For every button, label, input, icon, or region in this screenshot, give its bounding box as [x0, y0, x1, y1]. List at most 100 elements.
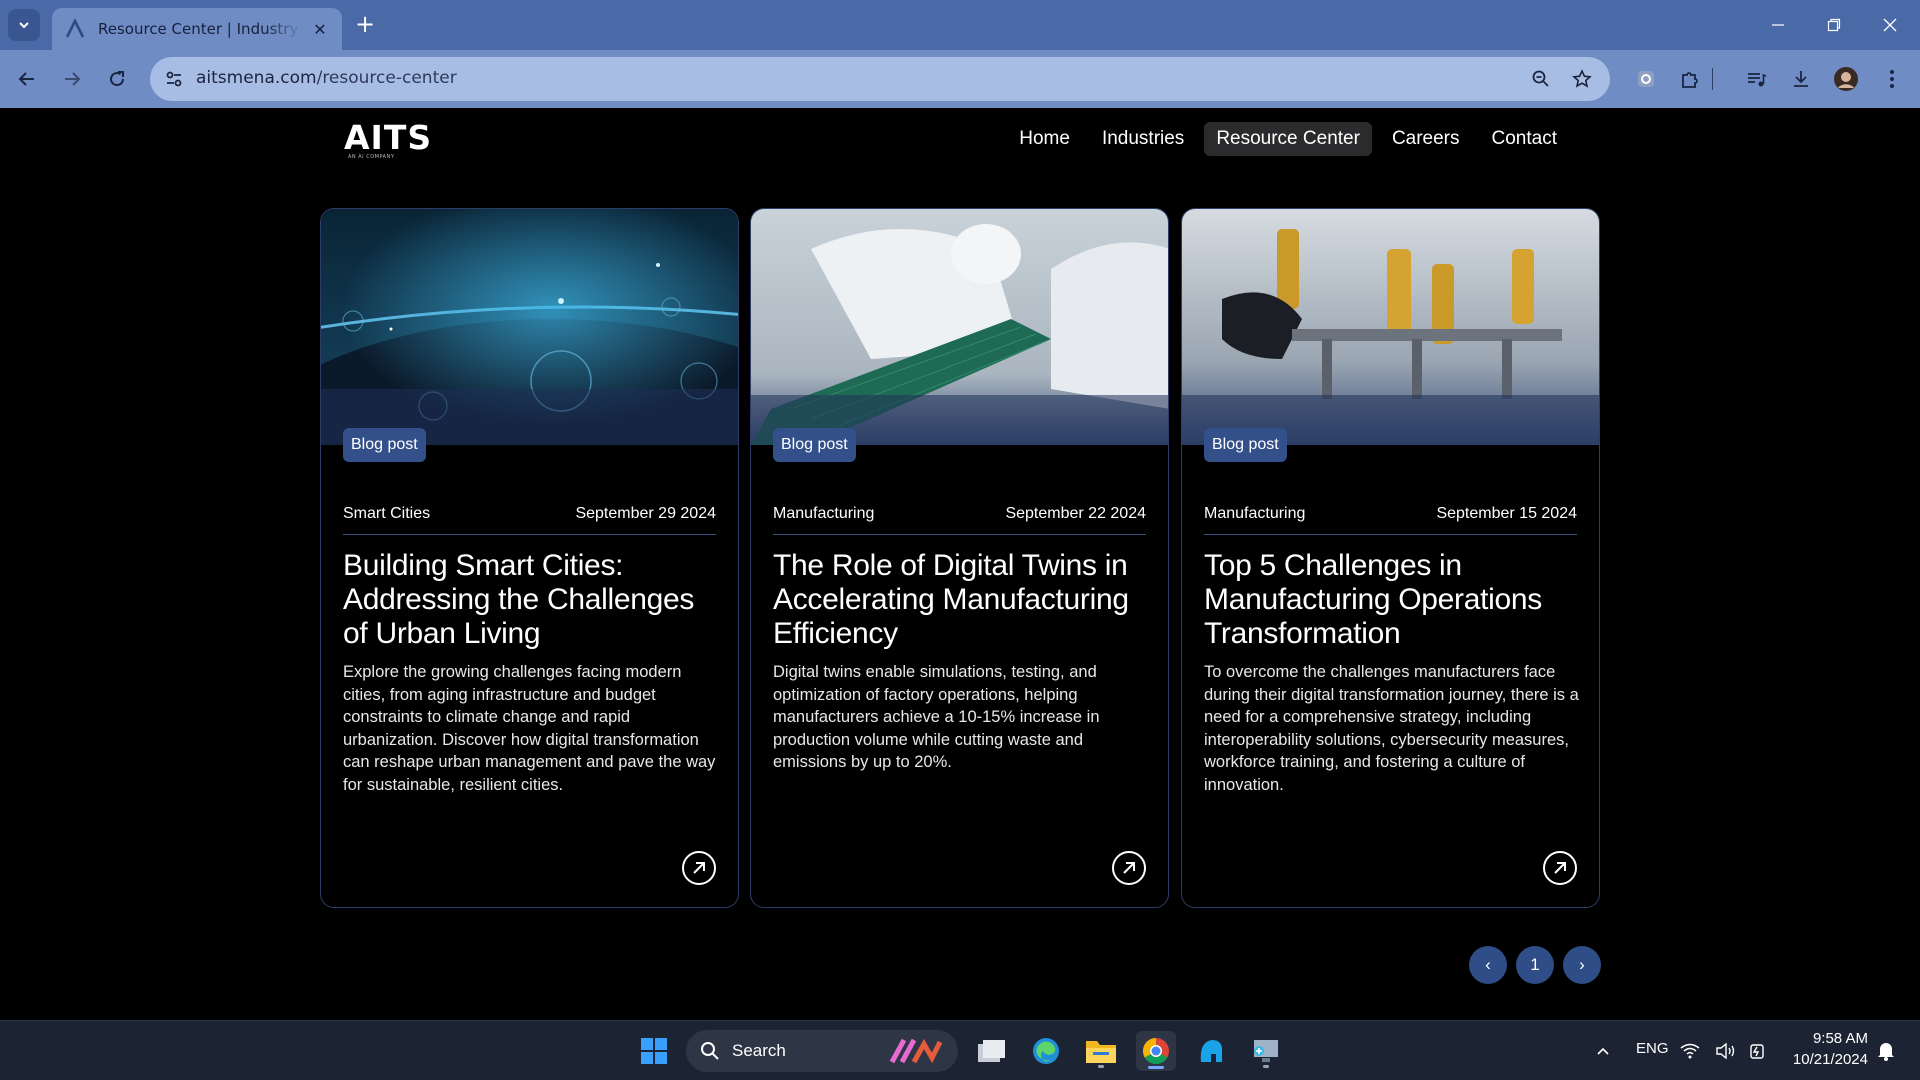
- notification-bell-icon[interactable]: [1874, 1031, 1898, 1071]
- minimize-button[interactable]: [1750, 0, 1806, 50]
- reload-icon: [110, 71, 125, 87]
- arrow-up-right-icon[interactable]: [682, 851, 716, 885]
- wifi-icon[interactable]: [1678, 1031, 1702, 1071]
- search-highlight-icon: [889, 1038, 943, 1064]
- toolbar-divider: [1712, 68, 1716, 90]
- card-date: September 22 2024: [1005, 505, 1146, 522]
- tab-search-button[interactable]: [8, 9, 40, 41]
- resource-card[interactable]: Blog post Smart Cities September 29 2024…: [320, 208, 739, 908]
- close-icon: [1883, 18, 1897, 32]
- site-settings-icon[interactable]: [162, 67, 186, 91]
- logo-wordmark: AITS: [344, 118, 433, 157]
- chevron-down-icon: [19, 22, 29, 29]
- url-host: aitsmena.com: [196, 68, 317, 88]
- task-view-icon[interactable]: [971, 1031, 1011, 1071]
- windows-taskbar: Search ENG 9:58 AM 10/21/2024: [0, 1020, 1920, 1080]
- card-category: Manufacturing: [773, 505, 875, 522]
- restore-icon: [1827, 18, 1841, 32]
- nav-contact[interactable]: Contact: [1480, 122, 1569, 156]
- card-title[interactable]: The Role of Digital Twins in Acceleratin…: [773, 549, 1150, 651]
- zoom-icon[interactable]: [1529, 67, 1553, 91]
- pagination: ‹ 1 ›: [1469, 946, 1610, 984]
- edge-browser-icon[interactable]: [1026, 1031, 1066, 1071]
- nav-resource-center[interactable]: Resource Center: [1204, 122, 1372, 156]
- new-tab-button[interactable]: +: [352, 12, 378, 38]
- file-explorer-icon[interactable]: [1081, 1031, 1121, 1071]
- volume-icon[interactable]: [1714, 1031, 1738, 1071]
- prev-page-button[interactable]: ‹: [1469, 946, 1507, 984]
- card-meta: Manufacturing September 15 2024: [1204, 505, 1577, 535]
- arrow-up-right-icon[interactable]: [1112, 851, 1146, 885]
- clock-time[interactable]: 9:58 AM: [1796, 1030, 1868, 1047]
- page-viewport: AITS AN AI COMPANY Home Industries Resou…: [0, 108, 1920, 1020]
- bookmark-star-icon[interactable]: [1570, 67, 1594, 91]
- card-description: To overcome the challenges manufacturers…: [1204, 663, 1579, 794]
- running-indicator: [1098, 1065, 1104, 1068]
- chrome-icon[interactable]: [1136, 1031, 1176, 1071]
- card-date: September 29 2024: [575, 505, 716, 522]
- browser-menu-icon[interactable]: [1876, 63, 1908, 95]
- arrow-up-right-icon[interactable]: [1543, 851, 1577, 885]
- resource-card[interactable]: Blog post Manufacturing September 15 202…: [1181, 208, 1600, 908]
- card-meta: Manufacturing September 22 2024: [773, 505, 1146, 535]
- arrow-right-icon: [65, 72, 81, 86]
- blog-post-badge: Blog post: [343, 428, 426, 462]
- browser-tab[interactable]: Resource Center | Industry Insights ✕: [52, 8, 342, 50]
- nav-careers[interactable]: Careers: [1380, 122, 1472, 156]
- card-description: Explore the growing challenges facing mo…: [343, 663, 716, 794]
- taskbar-search[interactable]: Search: [686, 1030, 958, 1072]
- card-category: Smart Cities: [343, 505, 431, 522]
- resource-card-grid: Blog post Smart Cities September 29 2024…: [320, 208, 1600, 908]
- reload-button[interactable]: [100, 62, 134, 96]
- site-logo[interactable]: AITS AN AI COMPANY: [344, 118, 450, 162]
- nav-industries[interactable]: Industries: [1090, 122, 1196, 156]
- profile-avatar[interactable]: [1830, 63, 1862, 95]
- search-label: Search: [732, 1041, 786, 1060]
- downloads-icon[interactable]: [1785, 63, 1817, 95]
- restore-button[interactable]: [1806, 0, 1862, 50]
- minimize-icon: [1772, 24, 1784, 26]
- aits-favicon-icon: [65, 18, 85, 38]
- main-nav: Home Industries Resource Center Careers …: [999, 122, 1569, 156]
- resource-card[interactable]: Blog post Manufacturing September 22 202…: [750, 208, 1169, 908]
- media-controls-icon[interactable]: [1740, 63, 1772, 95]
- next-page-button[interactable]: ›: [1563, 946, 1601, 984]
- extensions-puzzle-icon[interactable]: [1674, 63, 1706, 95]
- url-path: /resource-center: [316, 68, 457, 88]
- chevron-up-icon[interactable]: [1583, 1031, 1623, 1071]
- nav-home[interactable]: Home: [1007, 122, 1082, 156]
- tab-title: Resource Center | Industry Insights: [98, 20, 302, 38]
- clock-date[interactable]: 10/21/2024: [1786, 1051, 1868, 1068]
- card-date: September 15 2024: [1436, 505, 1577, 522]
- extension-icon[interactable]: [1630, 63, 1662, 95]
- search-icon: [701, 1042, 719, 1060]
- battery-icon[interactable]: [1746, 1031, 1770, 1071]
- url-text[interactable]: aitsmena.com/resource-center: [196, 68, 457, 88]
- blog-post-badge: Blog post: [1204, 428, 1287, 462]
- card-meta: Smart Cities September 29 2024: [343, 505, 716, 535]
- card-title[interactable]: Building Smart Cities: Addressing the Ch…: [343, 549, 720, 651]
- arrow-left-icon: [18, 72, 34, 86]
- card-description: Digital twins enable simulations, testin…: [773, 663, 1100, 771]
- active-indicator: [1148, 1066, 1164, 1069]
- windows-logo-icon: [641, 1038, 667, 1064]
- card-image-production-line: [1182, 209, 1599, 445]
- close-window-button[interactable]: [1862, 0, 1918, 50]
- app-icon[interactable]: [1191, 1031, 1231, 1071]
- language-indicator[interactable]: ENG: [1636, 1040, 1669, 1057]
- forward-button[interactable]: [55, 62, 89, 96]
- browser-toolbar: aitsmena.com/resource-center: [0, 50, 1920, 108]
- running-indicator: [1263, 1065, 1269, 1068]
- start-button[interactable]: [634, 1031, 674, 1071]
- card-category: Manufacturing: [1204, 505, 1306, 522]
- page-1-button[interactable]: 1: [1516, 946, 1554, 984]
- card-image-cleanroom: [751, 209, 1168, 445]
- browser-tab-bar: Resource Center | Industry Insights ✕ +: [0, 0, 1920, 50]
- remote-desktop-icon[interactable]: [1246, 1031, 1286, 1071]
- card-title[interactable]: Top 5 Challenges in Manufacturing Operat…: [1204, 549, 1581, 651]
- address-bar[interactable]: aitsmena.com/resource-center: [150, 57, 1610, 101]
- back-button[interactable]: [10, 62, 44, 96]
- card-image-smart-city: [321, 209, 738, 445]
- close-tab-icon[interactable]: ✕: [310, 19, 330, 39]
- blog-post-badge: Blog post: [773, 428, 856, 462]
